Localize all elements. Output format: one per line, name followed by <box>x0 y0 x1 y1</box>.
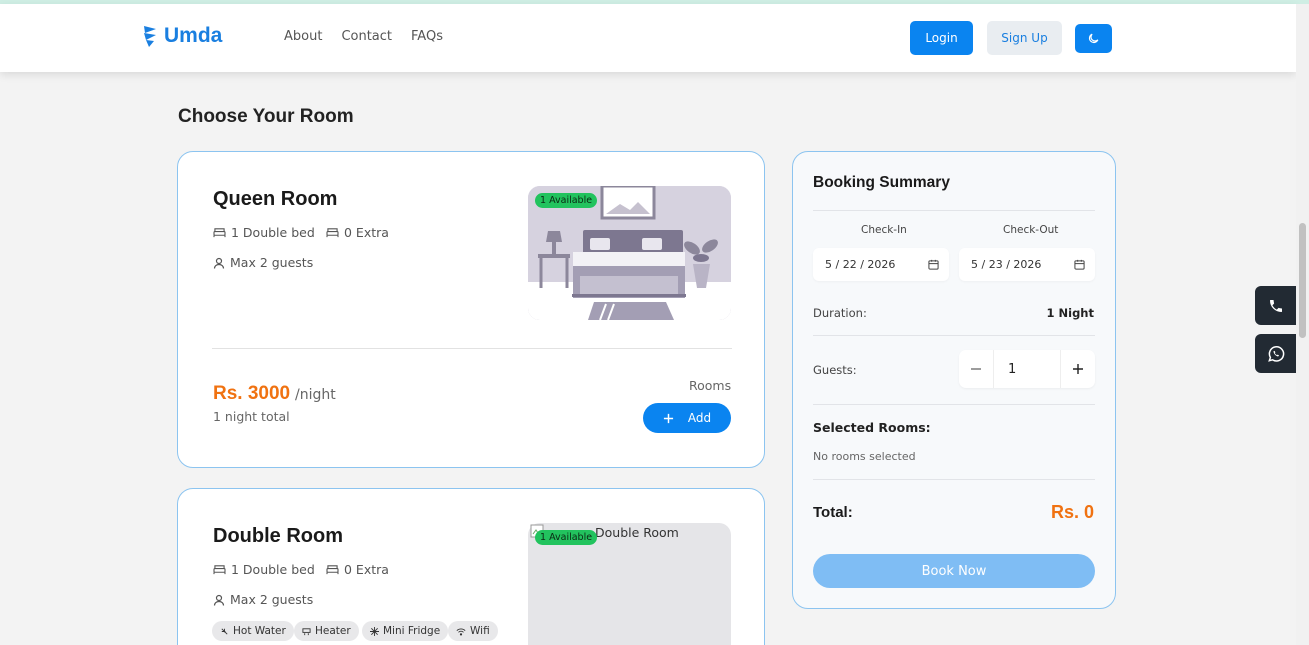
decrement-guests-button[interactable] <box>959 350 993 388</box>
checkin-label: Check-In <box>861 224 907 236</box>
selected-rooms-empty: No rooms selected <box>813 450 916 463</box>
guests-value[interactable]: 1 <box>993 350 1061 388</box>
amenity-label: Hot Water <box>233 625 286 637</box>
nav-link-about[interactable]: About <box>284 29 322 44</box>
scrollbar-thumb[interactable] <box>1299 223 1306 338</box>
moon-icon <box>1088 33 1099 44</box>
add-room-label: Add <box>687 411 712 425</box>
user-icon <box>213 257 225 269</box>
book-now-button[interactable]: Book Now <box>813 554 1095 588</box>
plus-icon <box>663 413 673 423</box>
amenity-label: Wifi <box>470 625 490 637</box>
checkout-label: Check-Out <box>1003 224 1059 236</box>
room-name: Queen Room <box>213 188 338 210</box>
extra-text: 0 Extra <box>344 225 389 240</box>
room-price: Rs. 3000 <box>213 383 291 404</box>
amenity-mini-fridge: Mini Fridge <box>362 621 449 641</box>
calendar-icon[interactable] <box>928 259 939 270</box>
add-room-button[interactable]: Add <box>643 403 731 433</box>
navbar: Umda About Contact FAQs Login Sign Up <box>0 4 1296 72</box>
phone-icon <box>1269 299 1282 312</box>
availability-badge: 1 Available <box>535 530 598 545</box>
wifi-icon <box>456 628 466 636</box>
extra-feature: 0 Extra <box>326 225 389 240</box>
page-title: Choose Your Room <box>178 106 354 127</box>
total-value: Rs. 0 <box>1050 502 1094 522</box>
booking-summary: Booking Summary Check-In Check-Out 5 / 2… <box>792 151 1116 609</box>
bed-text: 1 Double bed <box>231 225 315 240</box>
price-total-note: 1 night total <box>213 409 290 424</box>
guests-feature: Max 2 guests <box>213 592 313 607</box>
availability-badge: 1 Available <box>535 193 598 208</box>
login-button[interactable]: Login <box>910 21 973 55</box>
amenity-label: Mini Fridge <box>383 625 441 637</box>
bed-icon <box>213 565 226 575</box>
checkin-date-input[interactable]: 5 / 22 / 2026 <box>813 248 949 281</box>
room-card: Queen Room 1 Double bed 0 Extra Max 2 gu… <box>177 151 765 468</box>
sofa-icon <box>326 228 339 238</box>
snowflake-icon <box>370 626 379 636</box>
rooms-label: Rooms <box>689 378 732 393</box>
duration-label: Duration: <box>813 306 867 320</box>
extra-text: 0 Extra <box>344 562 389 577</box>
guests-feature: Max 2 guests <box>213 255 313 270</box>
calendar-icon[interactable] <box>1074 259 1085 270</box>
minus-icon <box>971 368 981 370</box>
increment-guests-button[interactable] <box>1061 350 1095 388</box>
call-button[interactable] <box>1255 286 1296 325</box>
nav-link-faqs[interactable]: FAQs <box>411 29 443 44</box>
guests-label: Guests: <box>813 363 857 377</box>
bed-feature: 1 Double bed <box>213 562 315 577</box>
whatsapp-button[interactable] <box>1255 334 1296 373</box>
amenity-heater: Heater <box>294 621 359 641</box>
sofa-icon <box>326 565 339 575</box>
nav-link-contact[interactable]: Contact <box>341 29 392 44</box>
guests-text: Max 2 guests <box>230 255 314 270</box>
guests-text: Max 2 guests <box>230 592 314 607</box>
nav-links: About Contact FAQs <box>284 29 462 44</box>
hot-water-icon <box>221 627 228 635</box>
checkout-date-input[interactable]: 5 / 23 / 2026 <box>959 248 1095 281</box>
summary-title: Booking Summary <box>813 174 950 191</box>
room-card: Double Room 1 Double bed 0 Extra Max 2 g… <box>177 488 765 645</box>
room-name: Double Room <box>213 525 343 547</box>
price-unit: /night <box>295 387 336 403</box>
selected-rooms-title: Selected Rooms: <box>813 420 931 435</box>
whatsapp-icon <box>1267 345 1284 362</box>
logo-icon <box>144 26 156 47</box>
amenity-wifi: Wifi <box>448 621 498 641</box>
checkin-date-value: 5 / 22 / 2026 <box>825 258 896 271</box>
bed-icon <box>213 228 226 238</box>
signup-button[interactable]: Sign Up <box>987 21 1062 55</box>
bed-text: 1 Double bed <box>231 562 315 577</box>
theme-toggle-button[interactable] <box>1075 24 1112 53</box>
summary-divider <box>813 479 1095 480</box>
guests-stepper[interactable]: 1 <box>959 350 1095 388</box>
amenity-label: Heater <box>315 625 351 637</box>
total-label: Total: <box>813 504 853 521</box>
heater-icon <box>302 627 311 635</box>
user-icon <box>213 594 225 606</box>
summary-divider <box>813 404 1095 405</box>
checkout-date-value: 5 / 23 / 2026 <box>971 258 1042 271</box>
brand-name: Umda <box>164 24 223 47</box>
plus-icon <box>1073 364 1083 374</box>
bed-feature: 1 Double bed <box>213 225 315 240</box>
room-image-alt-text: Double Room <box>595 525 679 540</box>
brand-logo[interactable]: Umda <box>142 24 222 48</box>
card-divider <box>212 348 732 349</box>
summary-divider <box>813 335 1095 336</box>
summary-divider <box>813 210 1095 211</box>
extra-feature: 0 Extra <box>326 562 389 577</box>
duration-value: 1 Night <box>1046 306 1095 320</box>
amenity-hot-water: Hot Water <box>212 621 294 641</box>
